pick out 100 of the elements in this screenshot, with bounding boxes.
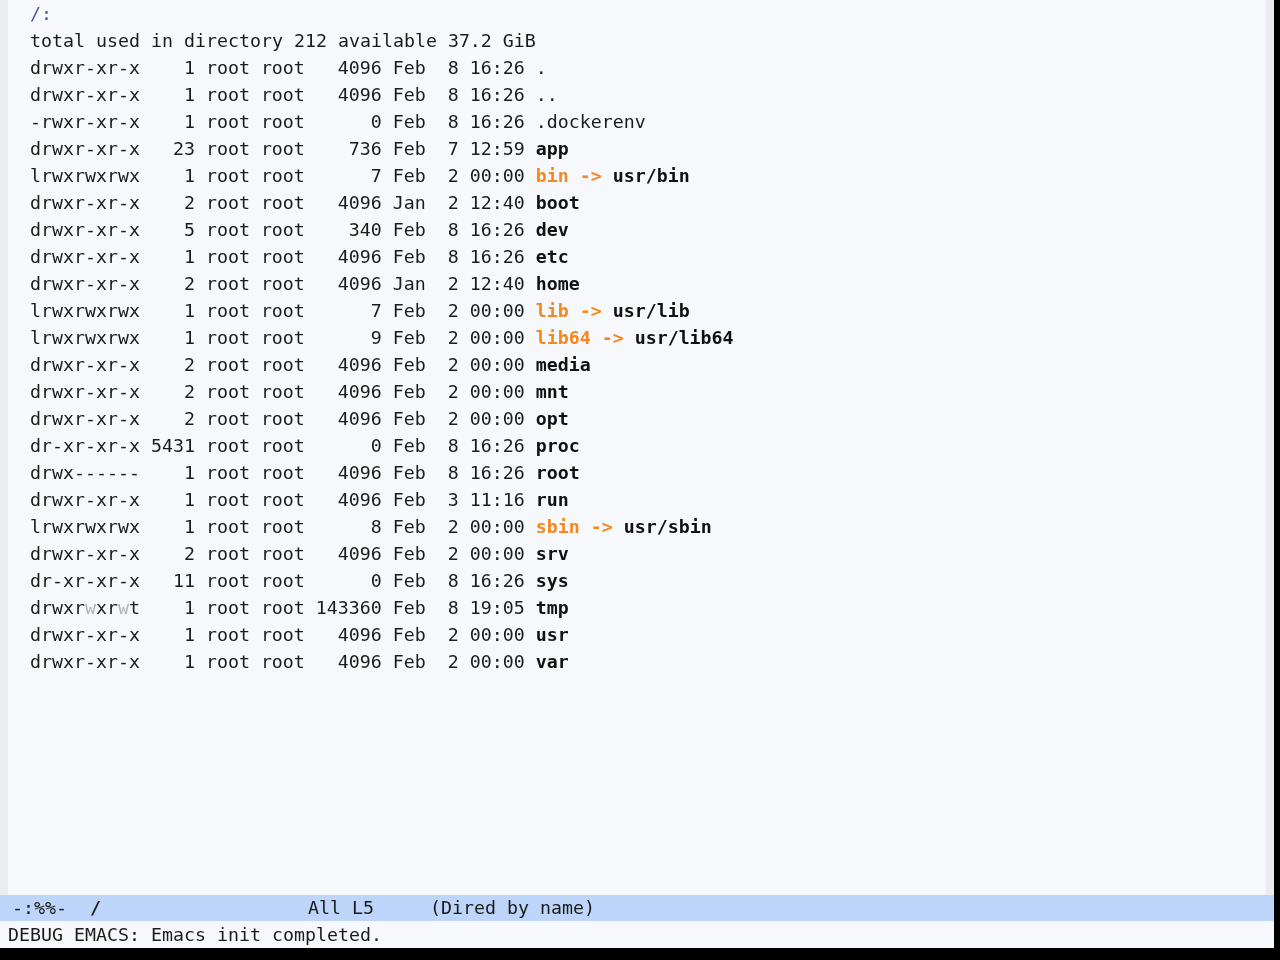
file-name[interactable]: .. [535,81,558,108]
modified-month: Feb [392,597,426,618]
file-permissions: drwx------ [30,462,140,483]
modified-time: 00:00 [469,651,525,672]
echo-message: DEBUG EMACS: Emacs init completed. [8,923,382,947]
modified-day: 2 [447,624,459,645]
modified-month: Jan [392,273,426,294]
file-permissions: drwxr-xr-x [30,543,140,564]
file-permissions: drwxrwxrwt [30,597,140,618]
link-count: 1 [183,327,195,348]
file-group: root [260,354,305,375]
file-name[interactable]: proc [535,432,580,459]
file-name[interactable]: . [535,54,547,81]
modified-time: 16:26 [469,219,525,240]
file-owner: root [205,273,250,294]
modified-day: 3 [447,489,459,510]
modified-day: 8 [447,435,459,456]
file-name[interactable]: dev [535,216,569,243]
file-owner: root [205,165,250,186]
link-count: 1 [183,651,195,672]
modified-time: 00:00 [469,543,525,564]
modified-time: 00:00 [469,624,525,645]
file-size: 143360 [315,597,382,618]
file-size: 7 [370,300,382,321]
file-permissions: drwxr-xr-x [30,246,140,267]
file-name[interactable]: home [535,270,580,297]
file-name[interactable]: boot [535,189,580,216]
link-count: 11 [172,570,195,591]
file-name[interactable]: mnt [535,378,569,405]
file-name[interactable]: media [535,351,591,378]
modified-time: 16:26 [469,435,525,456]
file-name[interactable]: root [535,459,580,486]
file-size: 736 [348,138,382,159]
file-group: root [260,300,305,321]
file-owner: root [205,57,250,78]
file-name[interactable]: srv [535,540,569,567]
file-permissions: drwxr-xr-x [30,381,140,402]
file-name[interactable]: var [535,648,569,675]
file-size: 4096 [337,381,382,402]
file-owner: root [205,381,250,402]
modified-month: Feb [392,138,426,159]
file-name[interactable]: etc [535,243,569,270]
file-permissions: drwxr-xr-x [30,273,140,294]
major-mode: (Dired by name) [430,896,595,920]
file-size: 4096 [337,651,382,672]
modified-time: 16:26 [469,246,525,267]
modified-day: 2 [447,516,459,537]
file-name[interactable]: .dockerenv [535,108,646,135]
modified-day: 2 [447,543,459,564]
file-name[interactable]: usr [535,621,569,648]
link-count: 2 [183,381,195,402]
modified-month: Feb [392,435,426,456]
file-permissions: lrwxrwxrwx [30,165,140,186]
file-group: root [260,111,305,132]
link-count: 5 [183,219,195,240]
file-owner: root [205,111,250,132]
link-count: 1 [183,516,195,537]
file-name[interactable]: app [535,135,569,162]
modified-time: 16:26 [469,570,525,591]
file-permissions: dr-xr-xr-x [30,570,140,591]
link-count: 1 [183,624,195,645]
file-permissions: -rwxr-xr-x [30,111,140,132]
modified-time: 00:00 [469,381,525,402]
file-size: 0 [370,111,382,132]
link-count: 1 [183,597,195,618]
modified-time: 00:00 [469,516,525,537]
file-name[interactable]: tmp [535,594,569,621]
file-owner: root [205,624,250,645]
link-count: 2 [183,273,195,294]
modified-day: 8 [447,462,459,483]
file-size: 4096 [337,57,382,78]
link-count: 2 [183,408,195,429]
link-count: 1 [183,57,195,78]
link-count: 1 [183,246,195,267]
line-number: L5 [352,896,374,920]
file-size: 4096 [337,408,382,429]
modified-month: Feb [392,543,426,564]
file-owner: root [205,246,250,267]
buffer-position: All [308,896,341,920]
modified-time: 12:40 [469,273,525,294]
modified-month: Feb [392,516,426,537]
modified-day: 8 [447,597,459,618]
modified-month: Feb [392,489,426,510]
link-count: 1 [183,462,195,483]
file-permissions: drwxr-xr-x [30,219,140,240]
file-group: root [260,408,305,429]
modified-day: 8 [447,84,459,105]
file-owner: root [205,651,250,672]
file-name[interactable]: sys [535,567,569,594]
modified-day: 8 [447,570,459,591]
file-size: 4096 [337,462,382,483]
file-name[interactable]: opt [535,405,569,432]
modified-month: Feb [392,354,426,375]
file-size: 4096 [337,543,382,564]
modified-day: 8 [447,246,459,267]
file-size: 7 [370,165,382,186]
modified-time: 00:00 [469,165,525,186]
file-name[interactable]: run [535,486,569,513]
file-owner: root [205,408,250,429]
file-owner: root [205,300,250,321]
